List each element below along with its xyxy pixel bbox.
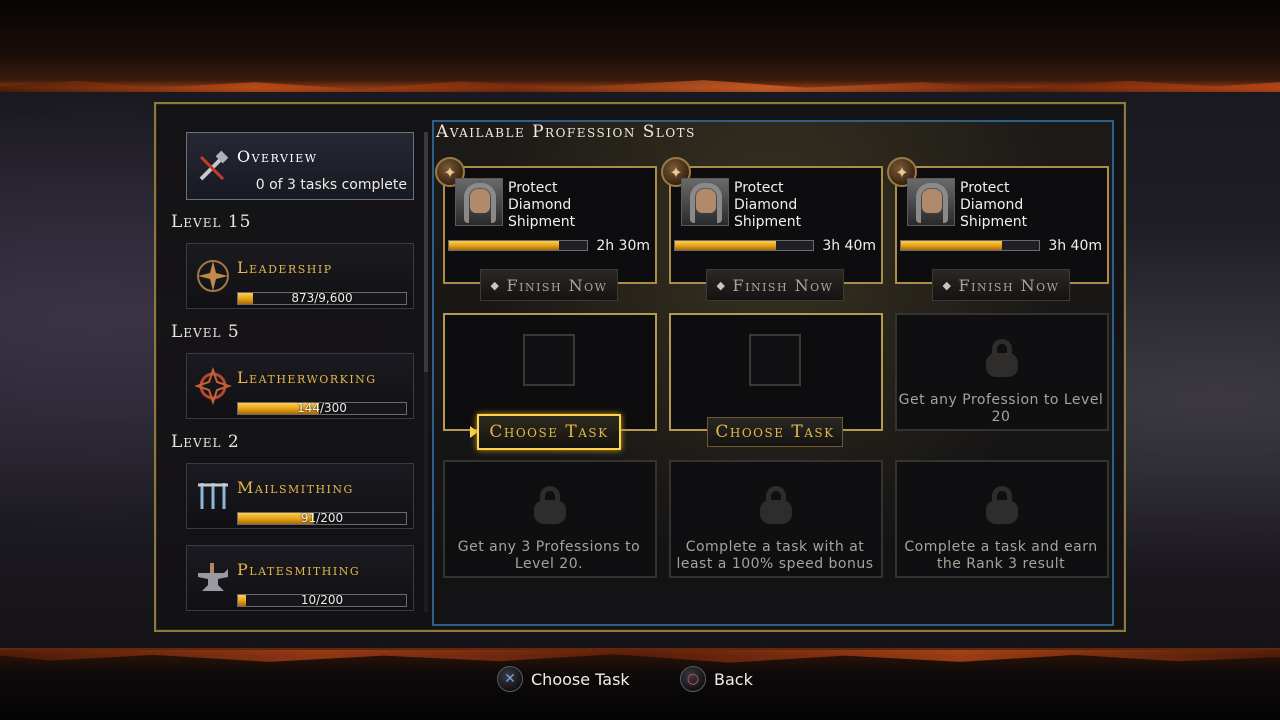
overview-title: Overview (237, 147, 318, 166)
unlock-requirement: Complete a task with at least a 100% spe… (676, 539, 874, 572)
choose-task-prompt-label: Choose Task (531, 669, 630, 689)
diamond-icon: ◆ (942, 278, 953, 292)
scrollbar-thumb[interactable] (424, 132, 428, 372)
choose-task-button[interactable]: Choose Task (477, 414, 621, 450)
worker-portrait (455, 178, 503, 226)
sidebar-scrollbar[interactable] (424, 132, 428, 612)
anvil-icon (193, 556, 233, 600)
circle-button-icon: ○ (680, 666, 706, 692)
xp-bar: 873/9,600 (237, 291, 407, 305)
task-progress-bar (900, 240, 1040, 251)
xp-text: 10/200 (300, 593, 344, 607)
task-time: 3h 40m (822, 238, 876, 254)
task-time: 2h 30m (596, 238, 650, 254)
cross-button-icon: ✕ (497, 666, 523, 692)
task-progress-fill (449, 241, 560, 250)
background-bottom (0, 648, 1280, 720)
empty-slot-box (523, 334, 575, 386)
sidebar-item-leatherworking[interactable]: Leatherworking 144/300 (186, 353, 414, 419)
xp-bar: 144/300 (237, 401, 407, 415)
profession-name: Leadership (237, 258, 333, 277)
task-name: Protect Diamond Shipment (734, 180, 802, 230)
task-progress-bar (674, 240, 814, 251)
level-label: Level 5 (171, 322, 240, 342)
padlock-icon (532, 486, 568, 524)
leatherworking-emblem-icon (193, 364, 233, 408)
empty-slot-box (749, 334, 801, 386)
sidebar-item-platesmithing[interactable]: Platesmithing 10/200 (186, 545, 414, 611)
profession-name: Mailsmithing (237, 478, 354, 497)
sidebar-item-mailsmithing[interactable]: Mailsmithing 91/200 (186, 463, 414, 529)
finish-now-label: Finish Now (958, 275, 1060, 295)
finish-now-label: Finish Now (506, 275, 608, 295)
overview-status: 0 of 3 tasks complete (255, 177, 407, 193)
panel-title: Available Profession Slots (436, 122, 696, 142)
xp-bar: 10/200 (237, 593, 407, 607)
diamond-icon: ◆ (716, 278, 727, 292)
task-name: Protect Diamond Shipment (508, 180, 576, 230)
profession-name: Leatherworking (237, 368, 377, 387)
mailsmithing-emblem-icon (193, 474, 233, 518)
level-label: Level 15 (171, 212, 252, 232)
xp-bar: 91/200 (237, 511, 407, 525)
crossed-tools-icon (193, 145, 233, 189)
choose-task-label: Choose Task (715, 422, 835, 442)
choose-task-button[interactable]: Choose Task (707, 417, 843, 447)
diamond-icon: ◆ (490, 278, 501, 292)
level-label: Level 2 (171, 432, 240, 452)
unlock-requirement: Complete a task and earn the Rank 3 resu… (904, 539, 1098, 572)
profession-name: Platesmithing (237, 560, 361, 579)
xp-text: 873/9,600 (291, 291, 353, 305)
worker-portrait (681, 178, 729, 226)
finish-now-button[interactable]: ◆ Finish Now (932, 269, 1070, 301)
xp-text: 91/200 (300, 511, 344, 525)
choose-task-label: Choose Task (489, 422, 609, 442)
task-progress-fill (675, 241, 776, 250)
task-name: Protect Diamond Shipment (960, 180, 1028, 230)
unlock-requirement: Get any 3 Professions to Level 20. (457, 539, 641, 572)
choose-task-prompt[interactable]: ✕ Choose Task (497, 666, 630, 692)
padlock-icon (984, 486, 1020, 524)
finish-now-label: Finish Now (732, 275, 834, 295)
sidebar-item-leadership[interactable]: Leadership 873/9,600 (186, 243, 414, 309)
sidebar-item-overview[interactable]: Overview 0 of 3 tasks complete (186, 132, 414, 200)
finish-now-button[interactable]: ◆ Finish Now (480, 269, 618, 301)
back-prompt[interactable]: ○ Back (680, 666, 753, 692)
xp-text: 144/300 (297, 401, 347, 415)
task-progress-bar (448, 240, 588, 251)
task-time: 3h 40m (1048, 238, 1102, 254)
worker-portrait (907, 178, 955, 226)
task-progress-fill (901, 241, 1002, 250)
unlock-requirement: Get any Profession to Level 20 (898, 392, 1104, 425)
leadership-emblem-icon (193, 254, 233, 298)
back-prompt-label: Back (714, 669, 753, 689)
padlock-icon (758, 486, 794, 524)
finish-now-button[interactable]: ◆ Finish Now (706, 269, 844, 301)
padlock-icon (984, 339, 1020, 377)
